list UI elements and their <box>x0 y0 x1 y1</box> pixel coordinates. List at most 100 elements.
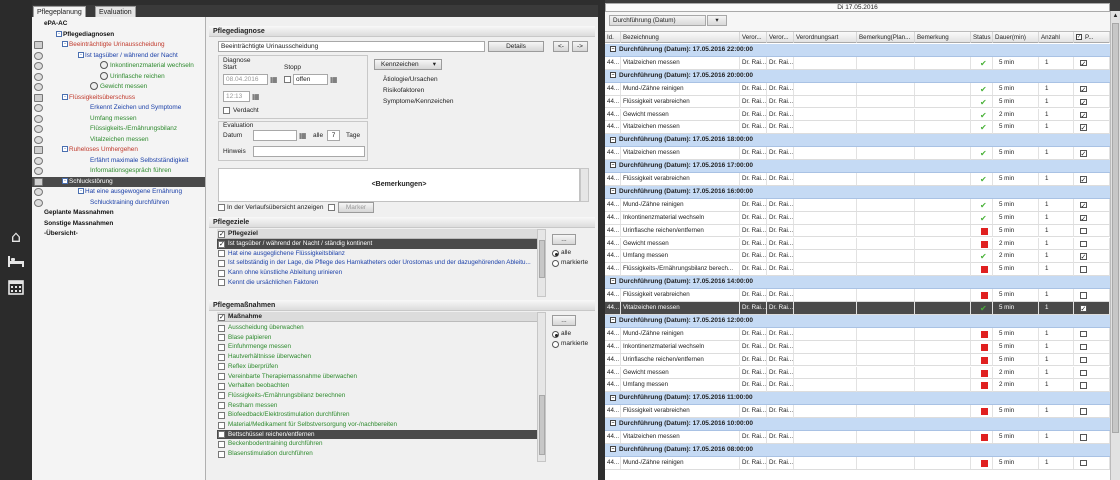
group-row[interactable]: – Durchführung (Datum): 17.05.2016 18:00:… <box>605 134 1110 148</box>
tree-item[interactable]: - Schluckstörung <box>32 176 205 187</box>
list-item[interactable]: Beckenbodentraining durchführen <box>217 439 542 449</box>
table-row[interactable]: 44... Flüssigkeit verabreichen Dr. Rai... D… <box>605 289 1110 302</box>
tree-item[interactable]: Schlucktraining durchführen <box>32 198 205 209</box>
list-item[interactable]: Bettschüssel reichen/entfernen <box>217 429 542 440</box>
item-checkbox[interactable] <box>218 392 225 400</box>
list-item[interactable]: Hat eine ausgeglichene Flüssigkeitsbilan… <box>217 249 542 259</box>
table-row[interactable]: 44... Vitalzeichen messen Dr. Rai... Dr. Ra… <box>605 121 1110 135</box>
collapse-toggle-icon[interactable]: - <box>78 51 84 58</box>
row-checkbox[interactable] <box>1080 369 1087 376</box>
collapse-toggle-icon[interactable]: – <box>610 278 616 285</box>
start-calendar-icon[interactable]: ▦ <box>270 75 279 84</box>
group-row[interactable]: – Durchführung (Datum): 17.05.2016 10:00:… <box>605 418 1110 431</box>
tab-evaluation[interactable]: Evaluation <box>95 6 136 17</box>
row-checkbox[interactable] <box>1080 213 1087 224</box>
collapse-toggle-icon[interactable]: – <box>610 162 616 169</box>
panel-splitter[interactable] <box>598 0 605 480</box>
scroll-up-icon[interactable]: ▲ <box>1112 13 1119 20</box>
list-item[interactable]: Blase palpieren <box>217 333 542 343</box>
table-row[interactable]: 44... Mund-/Zähne reinigen Dr. Rai... Dr. R… <box>605 198 1110 212</box>
group-row[interactable]: – Durchführung (Datum): 17.05.2016 22:00:… <box>605 44 1110 57</box>
list-item[interactable]: Flüssigkeits-/Ernährungsbilanz berechnen <box>217 391 542 401</box>
eval-date-field[interactable] <box>253 130 297 141</box>
tree-item[interactable]: Umfang messen <box>32 114 205 125</box>
collapse-toggle-icon[interactable]: - <box>56 30 62 37</box>
collapse-toggle-icon[interactable]: - <box>62 93 68 100</box>
item-checkbox[interactable] <box>218 450 225 458</box>
tree-item[interactable]: - Ist tagsüber / während der Nacht <box>32 51 205 62</box>
collapse-toggle-icon[interactable]: – <box>610 136 616 143</box>
row-checkbox[interactable] <box>1080 227 1087 235</box>
row-checkbox[interactable] <box>1080 408 1087 415</box>
time-picker-icon[interactable]: ▦ <box>252 92 261 101</box>
stopp-calendar-icon[interactable]: ▦ <box>330 75 339 84</box>
collapse-toggle-icon[interactable]: - <box>62 177 68 184</box>
item-checkbox[interactable] <box>218 250 225 258</box>
list-item[interactable]: Hautverhältnisse überwachen <box>217 352 542 362</box>
list-item[interactable]: Reflex überprüfen <box>217 362 542 372</box>
item-checkbox[interactable] <box>218 440 225 448</box>
row-checkbox[interactable] <box>1080 434 1087 441</box>
collapse-toggle-icon[interactable]: – <box>610 420 616 427</box>
grid-column-header[interactable]: Bezeichnung <box>621 32 740 43</box>
row-checkbox[interactable] <box>1080 382 1087 389</box>
marker-checkbox[interactable] <box>328 204 335 211</box>
list-item[interactable]: Biofeedback/Elektrostimulation durchführ… <box>217 410 542 420</box>
tree-item[interactable]: Vitalzeichen messen <box>32 135 205 146</box>
collapse-toggle-icon[interactable]: – <box>610 46 616 53</box>
stopp-checkbox[interactable] <box>284 76 291 83</box>
tree-item[interactable]: - Beeinträchtigte Urinausscheidung <box>32 40 205 51</box>
grid-column-header[interactable]: Verordnungsart <box>794 32 857 43</box>
massnahmen-more-button[interactable]: ... <box>552 315 576 326</box>
item-checkbox[interactable] <box>218 431 225 439</box>
collapse-toggle-icon[interactable]: – <box>610 446 616 453</box>
stopp-field[interactable]: offen <box>293 74 328 85</box>
grid-scroll-thumb[interactable] <box>1112 23 1119 433</box>
tree-item[interactable]: Flüssigkeits-/Ernährungsbilanz <box>32 124 205 135</box>
grid-column-header[interactable]: Anzahl <box>1039 32 1074 43</box>
tree-item[interactable]: - Flüssigkeitsüberschuss <box>32 93 205 104</box>
table-row[interactable]: 44... Umfang messen Dr. Rai... Dr. Rai... ✔ 2… <box>605 250 1110 264</box>
row-checkbox[interactable] <box>1080 123 1087 134</box>
kennzeichen-dropdown[interactable]: Kennzeichen ▾ <box>374 59 442 70</box>
group-by-dropdown[interactable]: Durchführung (Datum) ▾ <box>609 15 727 26</box>
group-row[interactable]: – Durchführung (Datum): 17.05.2016 17:00:… <box>605 160 1110 173</box>
item-checkbox[interactable] <box>218 411 225 419</box>
time-field[interactable]: 12:13 <box>223 91 250 102</box>
massnahmen-scroll-thumb[interactable] <box>539 395 545 455</box>
grid-column-header[interactable]: Bemerkung(Plan... <box>857 32 915 43</box>
row-checkbox[interactable] <box>1080 110 1087 121</box>
group-row[interactable]: – Durchführung (Datum): 17.05.2016 14:00:… <box>605 276 1110 290</box>
table-row[interactable]: 44... Gewicht messen Dr. Rai... Dr. Rai... 2… <box>605 237 1110 251</box>
eval-calendar-icon[interactable]: ▦ <box>299 131 308 140</box>
table-row[interactable]: 44... Vitalzeichen messen Dr. Rai... Dr. Ra… <box>605 431 1110 444</box>
diagnose-field[interactable]: Beeinträchtigte Urinausscheidung <box>218 41 485 52</box>
collapse-toggle-icon[interactable]: - <box>78 188 84 195</box>
ziele-radio-alle[interactable] <box>552 250 559 257</box>
list-item[interactable]: Verhalten beobachten <box>217 381 542 391</box>
item-checkbox[interactable] <box>218 324 225 332</box>
kenn-item[interactable]: Ätiologie/Ursachen <box>383 76 438 84</box>
grid-column-header[interactable]: ✓ P... <box>1074 32 1110 43</box>
row-checkbox[interactable] <box>1080 97 1087 108</box>
grid-scrollbar[interactable]: ▲ <box>1110 11 1120 480</box>
table-row[interactable]: 44... Gewicht messen Dr. Rai... Dr. Rai... ✔… <box>605 108 1110 122</box>
table-row[interactable]: 44... Urinflasche reichen/entfernen Dr. Ra… <box>605 224 1110 238</box>
item-checkbox[interactable] <box>218 240 225 249</box>
ziele-select-all[interactable] <box>218 230 225 238</box>
kenn-item[interactable]: Risikofaktoren <box>383 87 424 95</box>
grid-column-header[interactable]: Bemerkung <box>915 32 971 43</box>
row-checkbox[interactable] <box>1080 148 1087 160</box>
table-row[interactable]: 44... Vitalzeichen messen Dr. Rai... Dr. Ra… <box>605 56 1110 70</box>
massnahmen-radio-markierte[interactable] <box>552 341 559 348</box>
row-checkbox[interactable] <box>1080 58 1087 69</box>
bemerkungen-scrollbar[interactable] <box>580 168 589 202</box>
row-checkbox[interactable] <box>1080 330 1087 338</box>
kenn-item[interactable]: Symptome/Kennzeichen <box>383 98 453 106</box>
table-row[interactable]: 44... Mund-/Zähne reinigen Dr. Rai... Dr. R… <box>605 456 1110 470</box>
list-item[interactable]: Vereinbarte Therapiemassnahme überwachen <box>217 372 542 382</box>
tree-item[interactable]: Inkontinenzmaterial wechseln <box>32 61 205 72</box>
marker-button[interactable]: Marker <box>338 202 374 213</box>
item-checkbox[interactable] <box>218 353 225 361</box>
collapse-toggle-icon[interactable]: - <box>62 146 68 153</box>
